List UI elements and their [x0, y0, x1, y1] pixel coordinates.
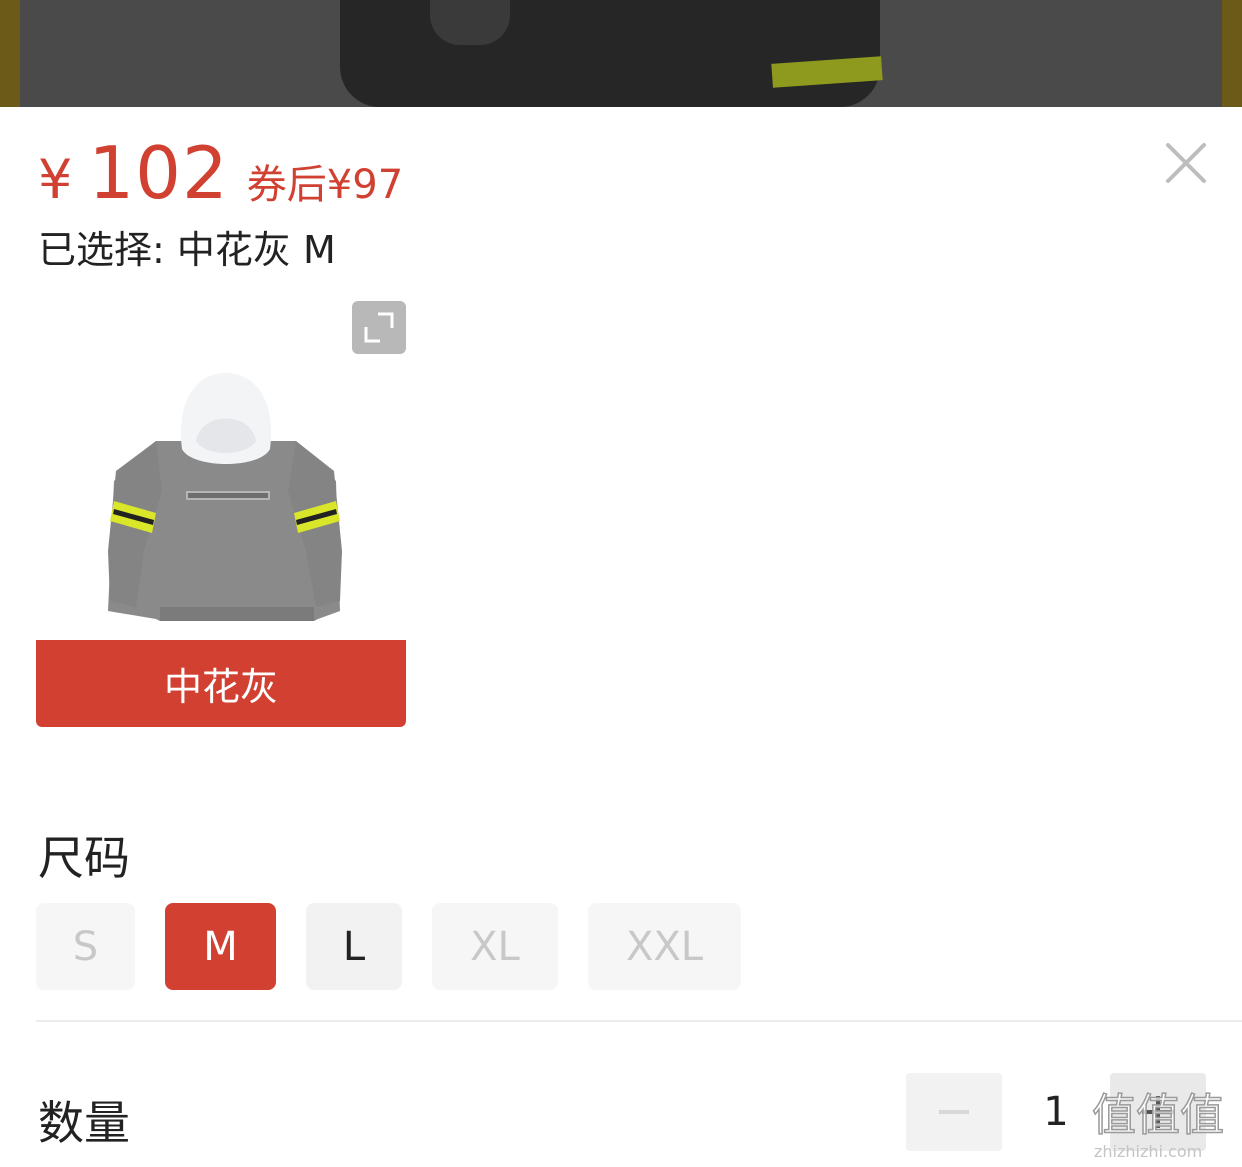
- size-option-m[interactable]: M: [165, 903, 276, 990]
- backdrop-product-photo: [0, 0, 1242, 107]
- divider: [36, 1020, 1242, 1022]
- quantity-value[interactable]: 1: [1030, 1073, 1082, 1151]
- sku-selector-sheet: ¥ 102 券后¥97 已选择: 中花灰 M 中花灰 尺码 S M L XL X…: [0, 107, 1242, 1167]
- quantity-increase-button[interactable]: [1110, 1073, 1206, 1151]
- color-option-zhonghuahui[interactable]: 中花灰: [36, 301, 406, 727]
- size-option-l[interactable]: L: [306, 903, 402, 990]
- model-torso: [340, 0, 880, 107]
- coupon-price: 券后¥97: [246, 162, 404, 208]
- size-section-title: 尺码: [38, 831, 130, 885]
- close-icon: [1166, 143, 1206, 183]
- quantity-section-title: 数量: [38, 1096, 130, 1150]
- minus-icon: [939, 1110, 969, 1114]
- size-option-xxl[interactable]: XXL: [588, 903, 741, 990]
- size-option-xl[interactable]: XL: [432, 903, 558, 990]
- price-currency: ¥: [38, 148, 73, 211]
- color-thumbnail: [36, 301, 406, 640]
- hoodie-image: [108, 373, 342, 621]
- selected-summary: 已选择: 中花灰 M: [38, 228, 336, 272]
- color-option-label: 中花灰: [36, 640, 406, 727]
- price-row: ¥ 102 券后¥97: [38, 131, 404, 215]
- size-option-s[interactable]: S: [36, 903, 135, 990]
- expand-icon: [364, 312, 394, 343]
- expand-image-button[interactable]: [352, 301, 406, 354]
- price-value: 102: [88, 131, 229, 215]
- quantity-decrease-button[interactable]: [906, 1073, 1002, 1151]
- close-button[interactable]: [1160, 137, 1212, 189]
